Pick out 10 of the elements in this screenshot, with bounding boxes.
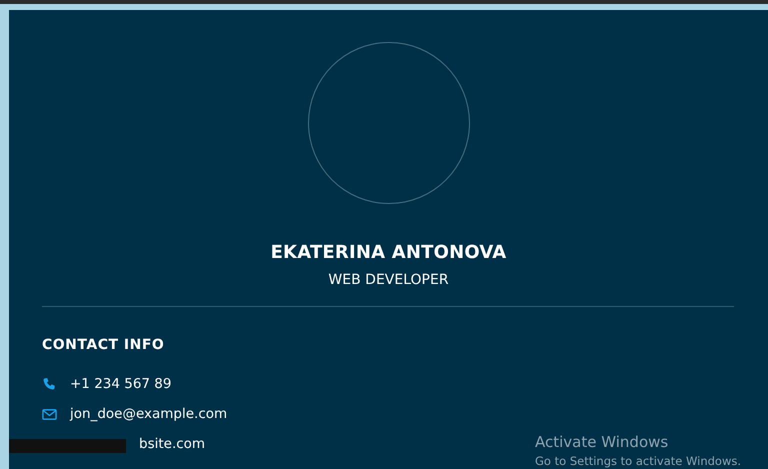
phone-icon: [42, 376, 57, 392]
contact-text: jon_doe@example.com: [70, 406, 228, 422]
contact-text: bsite.com: [139, 436, 206, 452]
activation-text: Go to Settings to activate Windows.: [535, 454, 741, 468]
contact-text: +1 234 567 89: [70, 376, 172, 392]
section-heading: CONTACT INFO: [42, 337, 166, 353]
envelope-icon: [42, 406, 57, 422]
profile-name: EKATERINA ANTONOVA: [270, 242, 506, 263]
activation-title: Activate Windows: [535, 433, 670, 451]
profile-title: WEB DEVELOPER: [328, 272, 449, 288]
